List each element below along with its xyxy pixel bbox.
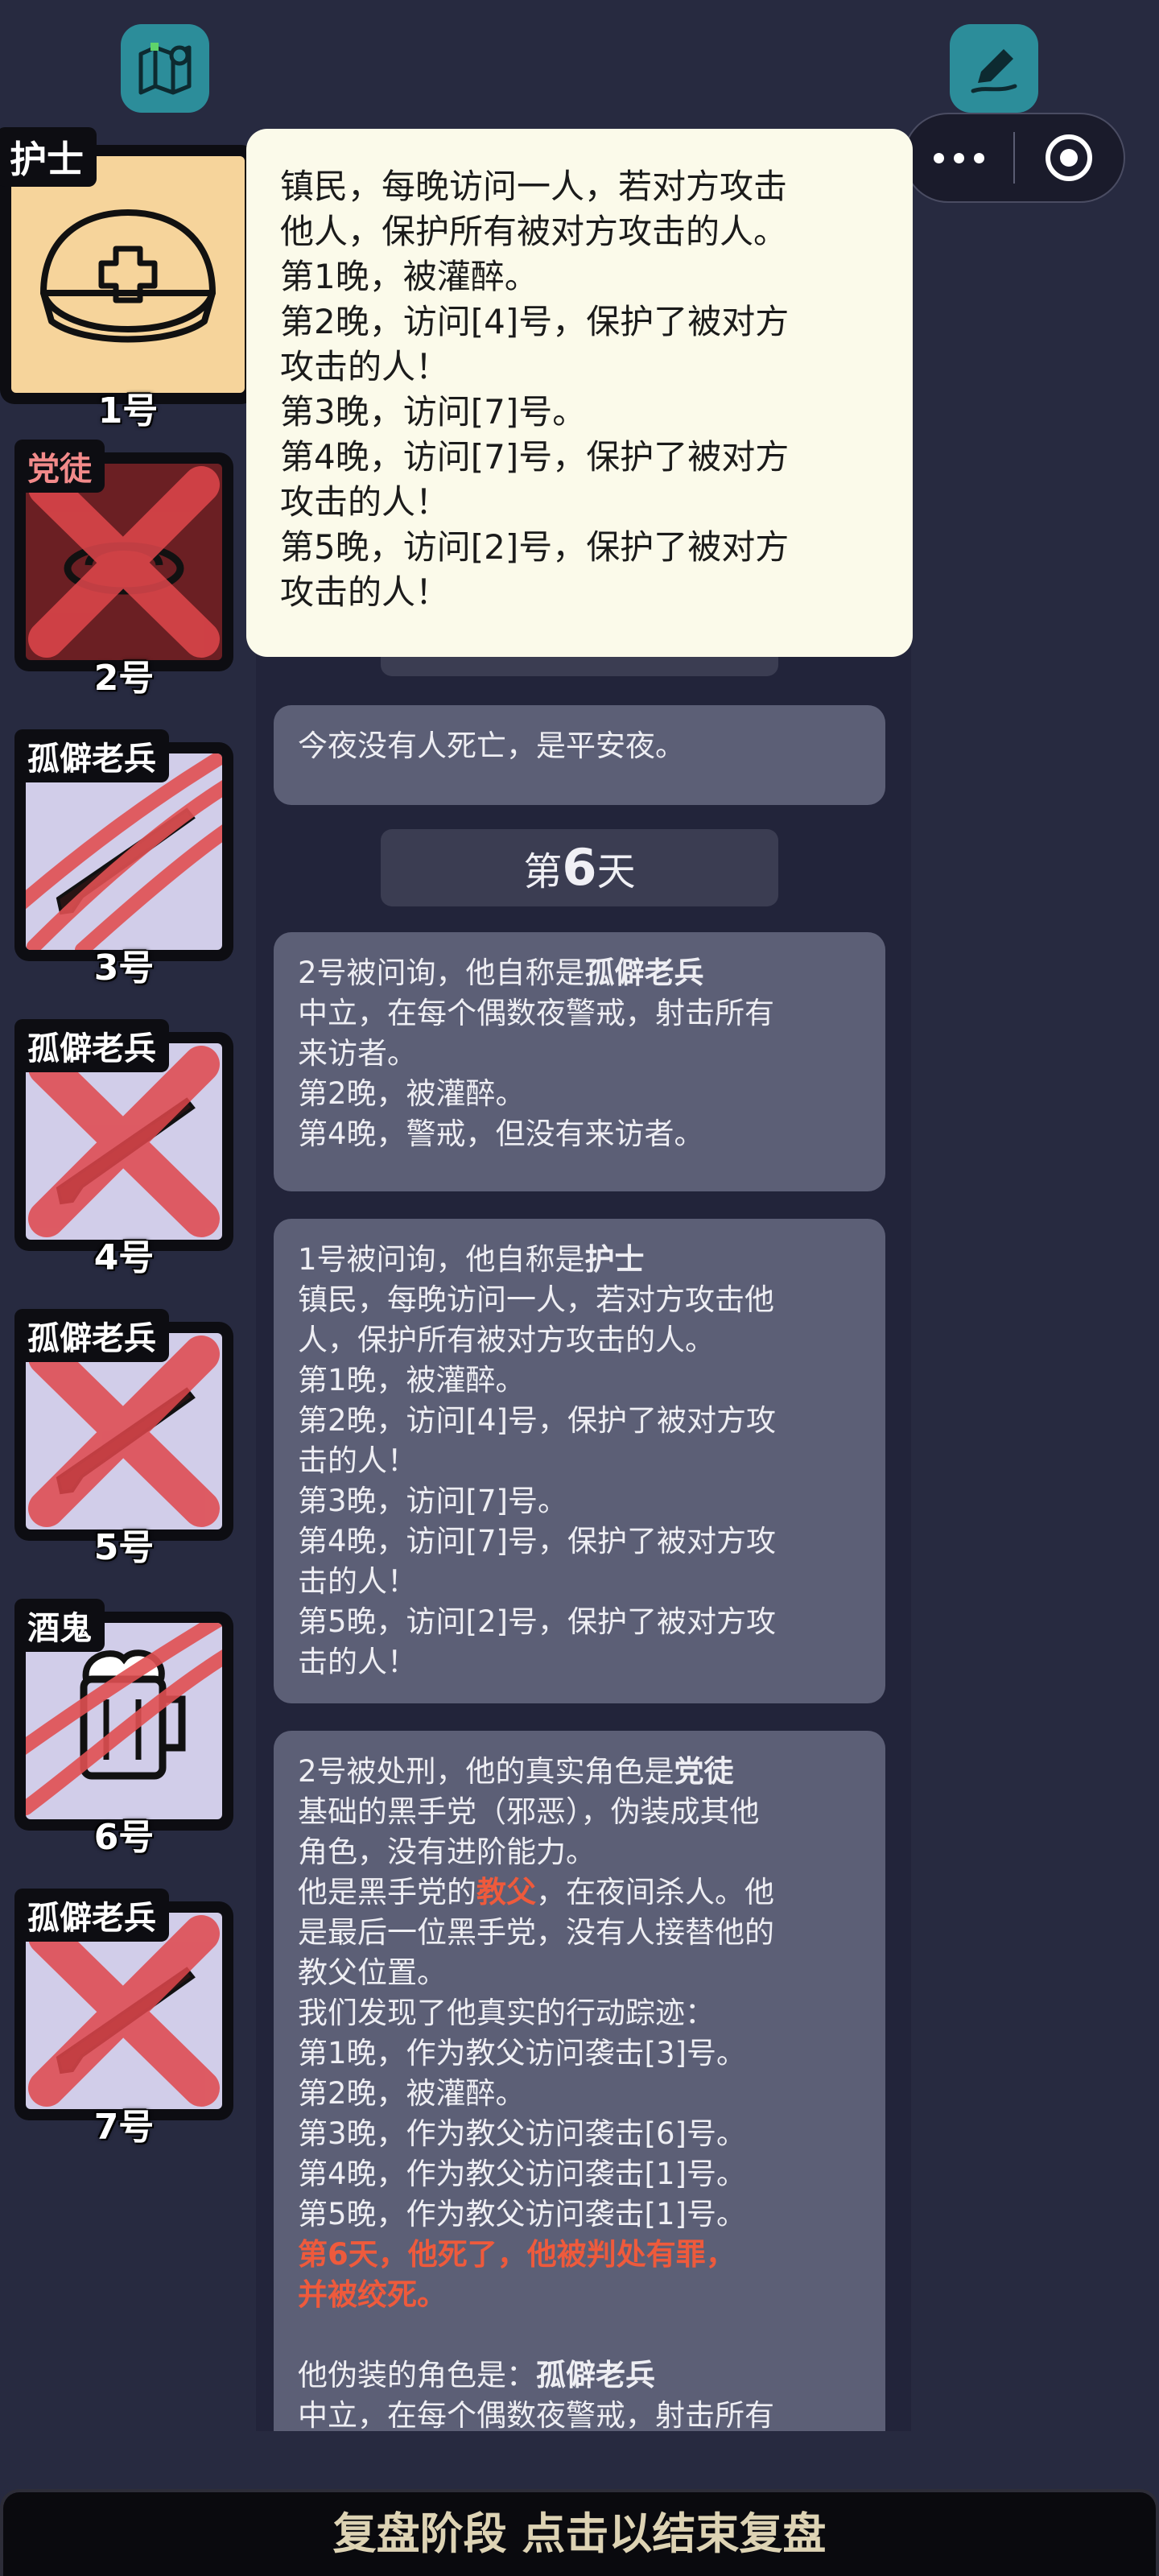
more-dots-icon[interactable] (905, 152, 1013, 163)
player-card-6[interactable]: 酒鬼 6号 (14, 1599, 233, 1858)
player-number: 2号 (93, 658, 155, 699)
interrogation-message-1: 1号被问询，他自称是护士 镇民，每晚访问一人，若对方攻击他 人，保护所有被对方攻… (274, 1219, 885, 1703)
player-card-3[interactable]: 孤僻老兵 3号 (14, 729, 233, 989)
rifle-icon (28, 1915, 220, 2107)
player-number: 3号 (93, 947, 155, 989)
capsule-menu (903, 113, 1125, 203)
role-label: 孤僻老兵 (14, 1889, 169, 1942)
interrogation-message-2: 2号被问询，他自称是孤僻老兵 中立，在每个偶数夜警戒，射击所有 来访者。 第2晚… (274, 932, 885, 1191)
hat-icon (28, 466, 220, 658)
player-card-2[interactable]: 党徒 2号 (14, 440, 233, 699)
beer-mug-icon (26, 1623, 222, 1815)
end-replay-button[interactable]: 复盘阶段 点击以结束复盘 (0, 2489, 1159, 2576)
player-number: 1号 (97, 390, 159, 431)
target-circle-icon[interactable] (1015, 132, 1124, 184)
player-card-4[interactable]: 孤僻老兵 4号 (14, 1019, 233, 1278)
pen-icon (971, 49, 1017, 93)
map-button[interactable] (121, 24, 209, 113)
role-label: 党徒 (14, 440, 105, 493)
player-number: 7号 (93, 2107, 155, 2148)
edit-button[interactable] (950, 24, 1038, 113)
player-card-1[interactable]: 护士 1号 (0, 127, 256, 431)
rifle-icon (26, 753, 222, 950)
peace-message: 今夜没有人死亡，是平安夜。 (274, 705, 885, 805)
player-card-7[interactable]: 孤僻老兵 7号 (14, 1889, 233, 2148)
player-card-5[interactable]: 孤僻老兵 5号 (14, 1309, 233, 1568)
player-number: 6号 (93, 1817, 155, 1858)
player-number: 5号 (93, 1527, 155, 1568)
map-pin-icon (138, 43, 192, 95)
role-tooltip: 镇民，每晚访问一人，若对方攻击 他人，保护所有被对方攻击的人。 第1晚，被灌醉。… (246, 129, 913, 657)
player-number: 4号 (93, 1237, 155, 1278)
day-label: 第6天 (381, 829, 778, 906)
rifle-icon (28, 1335, 220, 1527)
role-label: 酒鬼 (14, 1599, 105, 1652)
execution-message: 2号被处刑，他的真实角色是党徒 基础的黑手党（邪恶），伪装成其他 角色，没有进阶… (274, 1731, 885, 2431)
role-label: 孤僻老兵 (14, 1019, 169, 1072)
role-label: 护士 (0, 127, 97, 187)
rifle-icon (28, 1046, 220, 1237)
role-label: 孤僻老兵 (14, 1309, 169, 1362)
nurse-cap-icon (40, 209, 216, 343)
role-label: 孤僻老兵 (14, 729, 169, 782)
